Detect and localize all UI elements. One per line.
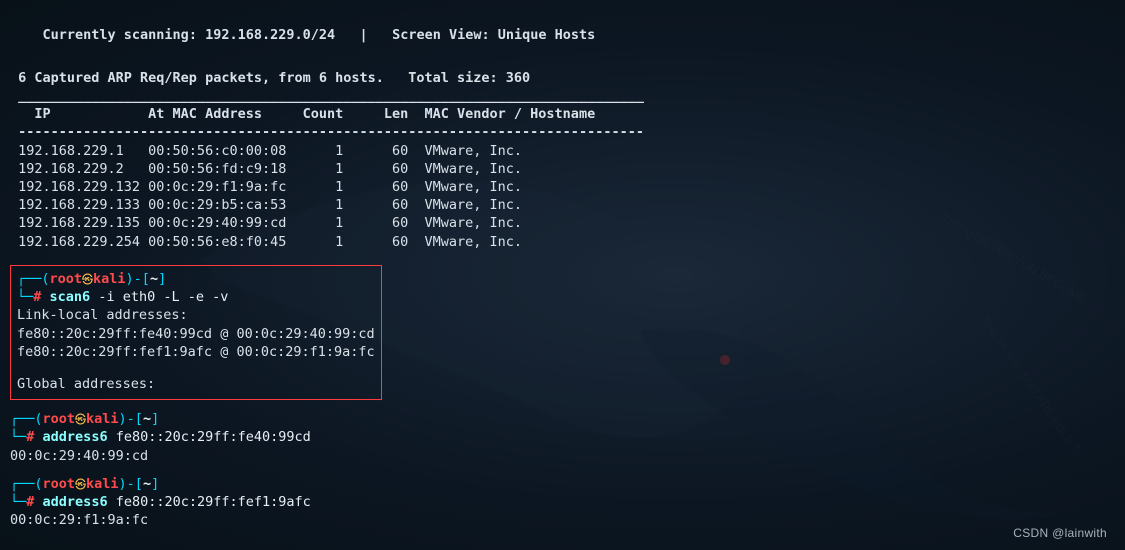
- output-line: 00:0c:29:f1:9a:fc: [10, 511, 1115, 529]
- scan-target: 192.168.229.0/24: [205, 27, 335, 43]
- hash-icon: #: [33, 289, 41, 305]
- table-row: 192.168.229.135 00:0c:29:40:99:cd 1 60 V…: [10, 214, 1115, 232]
- box-corner-bottom: └─: [10, 429, 26, 445]
- close-paren: )-[: [119, 411, 143, 427]
- prompt-line-2-cmd[interactable]: └─# address6 fe80::20c:29ff:fe40:99cd: [10, 428, 1115, 446]
- prompt-line-1-cmd[interactable]: └─# scan6 -i eth0 -L -e -v: [17, 288, 375, 306]
- output-line: fe80::20c:29ff:fef1:9afc @ 00:0c:29:f1:9…: [17, 343, 375, 361]
- skull-icon: ㉿: [82, 273, 93, 286]
- table-header: IP At MAC Address Count Len MAC Vendor /…: [10, 105, 1115, 123]
- view-label: Screen View:: [392, 27, 490, 43]
- separator: |: [360, 27, 368, 43]
- table-row: 192.168.229.1 00:50:56:c0:00:08 1 60 VMw…: [10, 142, 1115, 160]
- prompt-line-3-top: ┌──(root㉿kali)-[~]: [10, 475, 1115, 493]
- command-address6: address6: [43, 494, 108, 510]
- scan-status-line: Currently scanning: 192.168.229.0/24 | S…: [10, 8, 1115, 63]
- prompt-user: root: [50, 271, 83, 287]
- close-bracket: ]: [151, 411, 159, 427]
- prompt-host: kali: [86, 476, 119, 492]
- scanning-label: Currently scanning:: [43, 27, 197, 43]
- box-corner-bottom: └─: [17, 289, 33, 305]
- output-line: fe80::20c:29ff:fe40:99cd @ 00:0c:29:40:9…: [17, 325, 375, 343]
- box-corner-bottom: └─: [10, 494, 26, 510]
- hash-icon: #: [26, 429, 34, 445]
- prompt-host: kali: [93, 271, 126, 287]
- command-address6: address6: [43, 429, 108, 445]
- output-line: Global addresses:: [17, 375, 375, 393]
- skull-icon: ㉿: [75, 413, 86, 426]
- prompt-user: root: [43, 476, 76, 492]
- command-arg: fe80::20c:29ff:fe40:99cd: [108, 429, 311, 445]
- skull-icon: ㉿: [75, 478, 86, 491]
- output-line: Link-local addresses:: [17, 306, 375, 324]
- box-corner-top: ┌──(: [10, 411, 43, 427]
- view-value: Unique Hosts: [498, 27, 596, 43]
- table-rule-under: ----------------------------------------…: [10, 123, 1115, 141]
- close-paren: )-[: [119, 476, 143, 492]
- prompt-cwd: ~: [143, 476, 151, 492]
- hash-icon: #: [26, 494, 34, 510]
- table-rule-top: ________________________________________…: [10, 87, 1115, 105]
- table-row: 192.168.229.254 00:50:56:e8:f0:45 1 60 V…: [10, 233, 1115, 251]
- captured-line: 6 Captured ARP Req/Rep packets, from 6 h…: [10, 69, 1115, 87]
- box-corner-top: ┌──(: [17, 271, 50, 287]
- prompt-line-1-top: ┌──(root㉿kali)-[~]: [17, 270, 375, 288]
- command-args: -i eth0 -L -e -v: [90, 289, 228, 305]
- prompt-line-3-cmd[interactable]: └─# address6 fe80::20c:29ff:fef1:9afc: [10, 493, 1115, 511]
- command-arg: fe80::20c:29ff:fef1:9afc: [108, 494, 311, 510]
- close-paren: )-[: [126, 271, 150, 287]
- table-row: 192.168.229.2 00:50:56:fd:c9:18 1 60 VMw…: [10, 160, 1115, 178]
- table-row: 192.168.229.132 00:0c:29:f1:9a:fc 1 60 V…: [10, 178, 1115, 196]
- close-bracket: ]: [151, 476, 159, 492]
- close-bracket: ]: [158, 271, 166, 287]
- terminal-output: Currently scanning: 192.168.229.0/24 | S…: [10, 8, 1115, 529]
- prompt-user: root: [43, 411, 76, 427]
- command-scan6: scan6: [50, 289, 91, 305]
- prompt-cwd: ~: [150, 271, 158, 287]
- box-corner-top: ┌──(: [10, 476, 43, 492]
- prompt-cwd: ~: [143, 411, 151, 427]
- output-line: 00:0c:29:40:99:cd: [10, 447, 1115, 465]
- highlight-box: ┌──(root㉿kali)-[~] └─# scan6 -i eth0 -L …: [10, 265, 382, 400]
- prompt-line-2-top: ┌──(root㉿kali)-[~]: [10, 410, 1115, 428]
- prompt-host: kali: [86, 411, 119, 427]
- table-row: 192.168.229.133 00:0c:29:b5:ca:53 1 60 V…: [10, 196, 1115, 214]
